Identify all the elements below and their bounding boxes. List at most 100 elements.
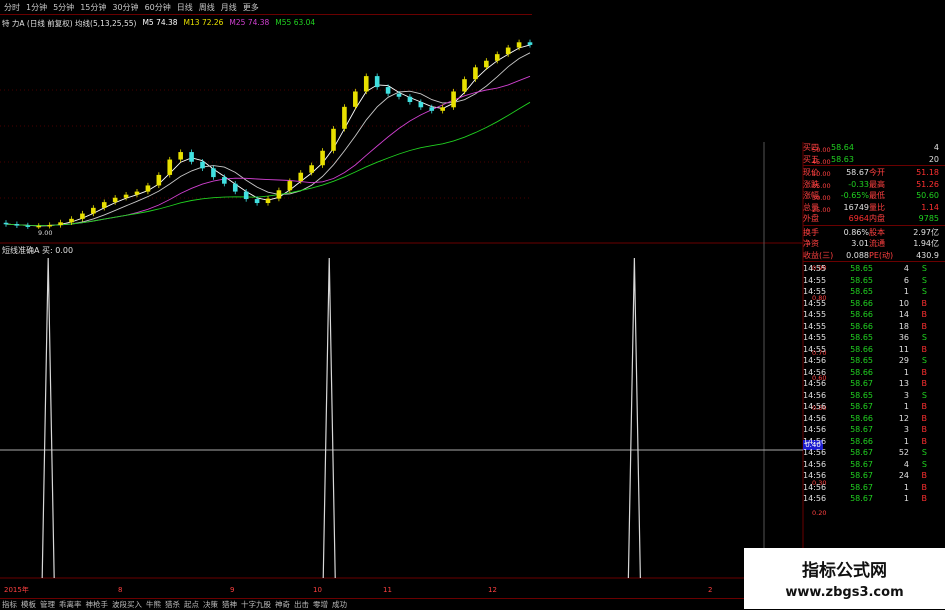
tick-time: 14:56	[803, 367, 827, 377]
tick-side: B	[921, 298, 928, 308]
tick-time: 14:55	[803, 264, 827, 273]
candle-body	[189, 152, 194, 162]
tick-row: 14:56 58.65 3 S	[803, 390, 945, 402]
stat-value: 51.18	[916, 168, 939, 177]
book-price: 58.63	[831, 154, 854, 164]
candle-body	[69, 218, 74, 223]
buy-signal-spike	[627, 257, 641, 579]
stat-label: 最低	[869, 191, 885, 200]
quote-panel: 买四 58.64 4 买五 58.63 20 现价 58.67 今开 51.18 涨跌 -0.33 最高…	[803, 142, 945, 505]
candle-body	[418, 102, 424, 108]
indicator-tab[interactable]: 神奇	[275, 599, 290, 610]
tick-row: 14:55 58.66 14 B	[803, 309, 945, 321]
tick-volume: 1	[903, 482, 909, 492]
candle-body	[254, 199, 260, 204]
candle-body	[385, 87, 391, 94]
tick-row: 14:56 58.66 1 B	[803, 367, 945, 379]
indicator-tab[interactable]: 零增	[313, 599, 328, 610]
candle-body	[298, 172, 304, 182]
stat-label: 涨跌	[803, 179, 819, 189]
candle-body	[276, 190, 282, 199]
indicator-tab[interactable]: 波段买入	[112, 599, 142, 610]
indicator-tab[interactable]: 猎神	[222, 599, 237, 610]
tick-time: 14:55	[803, 333, 827, 342]
candle-body	[232, 183, 238, 192]
indicator-tab[interactable]: 出击	[294, 599, 309, 610]
indicator-tab[interactable]: 模板	[21, 599, 36, 610]
stat-label: 外盘	[803, 214, 819, 223]
stat-label: 内盘	[869, 214, 885, 223]
stat-label: 股本	[869, 227, 885, 237]
tick-time: 14:55	[803, 344, 827, 354]
tick-row: 14:56 58.67 3 B	[803, 424, 945, 436]
candle-body	[407, 96, 413, 103]
indicator-tab[interactable]: 起点	[184, 599, 199, 610]
candle-body	[178, 152, 183, 160]
tick-side: S	[921, 459, 927, 469]
tick-volume: 1	[903, 367, 909, 377]
tick-time: 14:55	[803, 310, 827, 319]
quote-stat-row: 现价 58.67 今开 51.18	[803, 167, 945, 179]
candle-body	[440, 107, 445, 111]
candle-body	[156, 174, 162, 186]
candle-body	[396, 93, 402, 97]
indicator-tab[interactable]: 猎杀	[165, 599, 180, 610]
candle-body	[101, 202, 107, 208]
indicator-tab[interactable]: 决策	[203, 599, 218, 610]
candle-body	[47, 224, 52, 227]
tick-row: 14:55 58.65 1 S	[803, 286, 945, 298]
candle-body	[342, 106, 347, 129]
tick-price: 58.66	[850, 310, 873, 319]
candle-body	[320, 150, 325, 166]
stat-label: 涨幅	[803, 191, 819, 200]
stat-label: 换手	[803, 227, 819, 237]
tick-time: 14:55	[803, 287, 827, 296]
indicator-tab[interactable]: 神枪手	[86, 599, 109, 610]
tick-time: 14:55	[803, 275, 827, 285]
indicator-tab[interactable]: 指标	[2, 599, 17, 610]
tick-side: B	[921, 310, 928, 319]
candle-body	[363, 76, 369, 92]
tick-side: S	[921, 448, 927, 457]
tick-row: 14:56 58.67 24 B	[803, 470, 945, 482]
tick-price: 58.67	[850, 379, 873, 388]
tick-row: 14:56 58.66 12 B	[803, 413, 945, 425]
quote-stat-row: 净资 3.01 流通 1.94亿	[803, 238, 945, 250]
indicator-tab[interactable]: 管理	[40, 599, 55, 610]
tick-volume: 24	[898, 471, 909, 480]
candle-body	[80, 213, 85, 219]
tick-price: 58.66	[850, 413, 873, 423]
indicator-tab[interactable]: 十字九股	[241, 599, 271, 610]
candle-body	[123, 194, 129, 198]
order-book-row: 买四 58.64 4	[803, 142, 945, 154]
x-tick-label: 2015年	[4, 585, 29, 594]
stat-value: 16749	[843, 202, 869, 212]
tick-volume: 52	[898, 448, 909, 457]
stat-value: 51.26	[916, 179, 939, 189]
candle-body	[112, 197, 118, 203]
book-label: 买五	[803, 154, 819, 164]
tick-price: 58.67	[850, 425, 873, 434]
tick-row: 14:55 58.65 36 S	[803, 332, 945, 344]
indicator-tab[interactable]: 成功	[332, 599, 347, 610]
candle-body	[451, 91, 456, 108]
indicator-tab[interactable]: 牛熊	[146, 599, 161, 610]
y-tick-label: 0.20	[812, 509, 826, 517]
order-book-row: 买五 58.63 20	[803, 154, 945, 166]
tick-row: 14:55 58.66 11 B	[803, 344, 945, 356]
tick-time: 14:56	[803, 448, 827, 457]
tick-volume: 6	[903, 275, 909, 285]
tick-volume: 12	[898, 413, 909, 423]
tick-price: 58.67	[850, 494, 873, 503]
candle-body	[134, 191, 140, 195]
tick-time: 14:56	[803, 390, 827, 400]
x-tick-label: 10	[313, 586, 322, 594]
tick-side: B	[921, 436, 928, 446]
tick-price: 58.67	[850, 459, 873, 469]
tick-side: S	[921, 356, 927, 365]
indicator-tab[interactable]: 乖离率	[59, 599, 82, 610]
tick-row: 14:55 58.65 6 S	[803, 275, 945, 287]
tick-row: 14:56 58.67 1 B	[803, 482, 945, 494]
candle-body	[58, 222, 63, 225]
tick-volume: 11	[898, 344, 909, 354]
